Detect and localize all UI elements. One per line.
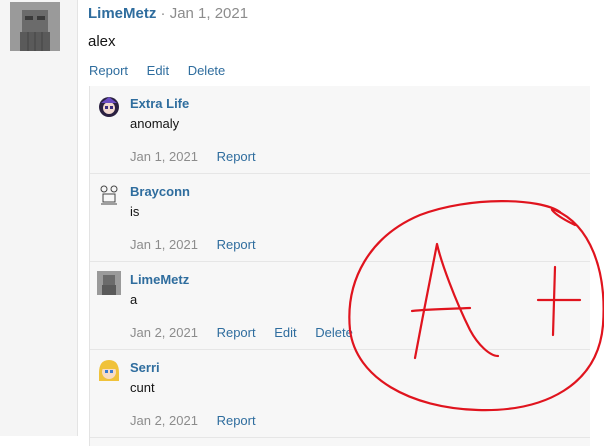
report-button[interactable]: Report [217,149,256,164]
reply-author[interactable]: Brayconn [130,184,190,199]
reply-date[interactable]: Jan 2, 2021 [130,325,198,340]
report-button[interactable]: Report [217,413,256,428]
left-gutter [0,0,78,436]
reply-item: Brayconn is Jan 1, 2021 Report [90,174,590,262]
edit-button[interactable]: Edit [274,325,296,340]
delete-button[interactable]: Delete [315,325,353,340]
reply-meta: Jan 2, 2021 Report Edit Delete [130,325,368,340]
reply-item: Serri cunt Jan 2, 2021 Report [90,350,590,438]
delete-button[interactable]: Delete [188,63,226,78]
reply-meta: Jan 1, 2021 Report [130,237,271,252]
reply-date[interactable]: Jan 1, 2021 [130,149,198,164]
comment-body: alex [88,33,116,50]
comment-date[interactable]: Jan 1, 2021 [170,5,248,22]
avatar[interactable] [97,183,121,207]
header-separator: · [160,5,166,22]
report-button[interactable]: Report [89,63,128,78]
reply-body: cunt [130,380,155,395]
reply-item: Extra Life anomaly Jan 1, 2021 Report [90,86,590,174]
reply-body: a [130,292,138,307]
author-link[interactable]: LimeMetz [88,5,156,22]
reply-body: is [130,204,140,219]
reply-body: anomaly [130,116,180,131]
report-button[interactable]: Report [217,325,256,340]
reply-item: LimeMetz a Jan 2, 2021 Report Edit Delet… [90,262,590,350]
reply-meta: Jan 1, 2021 Report [130,149,271,164]
reply-author[interactable]: Serri [130,360,160,375]
avatar[interactable] [10,2,60,51]
avatar[interactable] [97,95,121,119]
report-button[interactable]: Report [217,237,256,252]
reply-author[interactable]: LimeMetz [130,272,189,287]
comment-header: LimeMetz · Jan 1, 2021 [88,4,248,24]
edit-button[interactable]: Edit [147,63,169,78]
reply-date[interactable]: Jan 1, 2021 [130,237,198,252]
avatar[interactable] [97,271,121,295]
comment-actions: Report Edit Delete [89,63,240,78]
reply-meta: Jan 2, 2021 Report [130,413,271,428]
reply-author[interactable]: Extra Life [130,96,189,111]
reply-date[interactable]: Jan 2, 2021 [130,413,198,428]
avatar[interactable] [97,359,121,383]
reply-thread: Extra Life anomaly Jan 1, 2021 Report Br… [89,86,590,446]
